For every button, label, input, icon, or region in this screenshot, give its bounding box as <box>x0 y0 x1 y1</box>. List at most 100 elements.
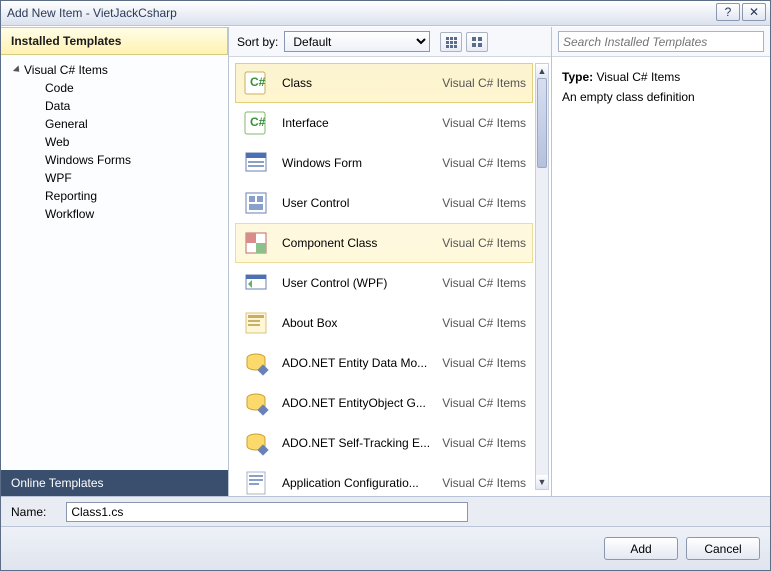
ado-icon <box>242 389 270 417</box>
template-item-category: Visual C# Items <box>442 156 526 170</box>
item-list: C# Class Visual C# Items C# Interface Visual … <box>235 63 533 496</box>
window-buttons: ? ✕ <box>716 3 766 21</box>
template-item-name: About Box <box>282 316 430 330</box>
template-item[interactable]: Component Class Visual C# Items <box>235 223 533 263</box>
aboutbox-icon <box>242 309 270 337</box>
tree-item-code[interactable]: Code <box>45 79 228 97</box>
template-item-name: User Control (WPF) <box>282 276 430 290</box>
sort-select[interactable]: Default <box>284 31 430 52</box>
tree-children: Code Data General Web Windows Forms WPF … <box>1 79 228 223</box>
right-pane: Type: Visual C# Items An empty class def… <box>552 27 770 496</box>
vertical-scrollbar[interactable]: ▲ ▼ <box>535 63 549 490</box>
dialog-window: Add New Item - VietJackCsharp ? ✕ Instal… <box>0 0 771 571</box>
tree-item-data[interactable]: Data <box>45 97 228 115</box>
upper-split: Installed Templates Visual C# Items Code… <box>1 26 770 496</box>
template-item[interactable]: ADO.NET EntityObject G... Visual C# Items <box>235 383 533 423</box>
left-pane: Installed Templates Visual C# Items Code… <box>1 27 229 496</box>
template-item-category: Visual C# Items <box>442 316 526 330</box>
online-templates-header[interactable]: Online Templates <box>1 470 228 496</box>
tree-item-reporting[interactable]: Reporting <box>45 187 228 205</box>
ado-icon <box>242 429 270 457</box>
scroll-track[interactable] <box>536 78 548 475</box>
scroll-down-button[interactable]: ▼ <box>536 475 548 489</box>
template-item-name: ADO.NET Self-Tracking E... <box>282 436 430 450</box>
scroll-up-button[interactable]: ▲ <box>536 64 548 78</box>
cancel-button[interactable]: Cancel <box>686 537 760 560</box>
tree-item-web[interactable]: Web <box>45 133 228 151</box>
view-medium-icons-button[interactable] <box>466 32 488 52</box>
template-item[interactable]: C# Interface Visual C# Items <box>235 103 533 143</box>
config-icon <box>242 469 270 496</box>
name-input[interactable] <box>66 502 468 522</box>
interface-icon: C# <box>242 109 270 137</box>
description-text: An empty class definition <box>562 87 760 107</box>
template-item-category: Visual C# Items <box>442 436 526 450</box>
svg-text:C#: C# <box>250 115 266 129</box>
titlebar: Add New Item - VietJackCsharp ? ✕ <box>1 1 770 26</box>
sort-row: Sort by: Default <box>229 27 551 57</box>
template-item-name: User Control <box>282 196 430 210</box>
template-item-name: Component Class <box>282 236 430 250</box>
small-icons-icon <box>445 36 457 48</box>
type-label: Type: <box>562 70 593 84</box>
item-list-wrap: C# Class Visual C# Items C# Interface Visual … <box>229 57 551 496</box>
component-icon <box>242 229 270 257</box>
search-input[interactable] <box>558 31 764 52</box>
details-panel: Type: Visual C# Items An empty class def… <box>552 57 770 118</box>
view-small-icons-button[interactable] <box>440 32 462 52</box>
class-icon: C# <box>242 69 270 97</box>
sort-label: Sort by: <box>237 35 278 49</box>
scroll-thumb[interactable] <box>537 78 547 168</box>
template-item-category: Visual C# Items <box>442 196 526 210</box>
help-icon: ? <box>725 5 732 19</box>
name-bar: Name: <box>1 496 770 526</box>
template-item[interactable]: About Box Visual C# Items <box>235 303 533 343</box>
template-item-name: Interface <box>282 116 430 130</box>
tree-root-visual-csharp-items[interactable]: Visual C# Items <box>1 61 228 79</box>
template-item[interactable]: C# Class Visual C# Items <box>235 63 533 103</box>
template-item-category: Visual C# Items <box>442 236 526 250</box>
template-item-category: Visual C# Items <box>442 76 526 90</box>
template-item-name: ADO.NET EntityObject G... <box>282 396 430 410</box>
template-item-name: Application Configuratio... <box>282 476 430 490</box>
help-button[interactable]: ? <box>716 3 740 21</box>
usercontrol-icon <box>242 189 270 217</box>
template-item[interactable]: Windows Form Visual C# Items <box>235 143 533 183</box>
template-item[interactable]: Application Configuratio... Visual C# Ite… <box>235 463 533 496</box>
template-item-category: Visual C# Items <box>442 396 526 410</box>
template-item-category: Visual C# Items <box>442 116 526 130</box>
tree-root-label: Visual C# Items <box>24 63 108 77</box>
template-item-category: Visual C# Items <box>442 356 526 370</box>
tree-item-general[interactable]: General <box>45 115 228 133</box>
tree-item-wpf[interactable]: WPF <box>45 169 228 187</box>
template-item-name: ADO.NET Entity Data Mo... <box>282 356 430 370</box>
footer: Add Cancel <box>1 526 770 570</box>
add-button[interactable]: Add <box>604 537 678 560</box>
template-item-name: Windows Form <box>282 156 430 170</box>
template-item[interactable]: User Control Visual C# Items <box>235 183 533 223</box>
installed-templates-header[interactable]: Installed Templates <box>1 27 228 55</box>
template-tree: Visual C# Items Code Data General Web Wi… <box>1 55 228 470</box>
template-item[interactable]: ADO.NET Entity Data Mo... Visual C# Items <box>235 343 533 383</box>
chevron-down-icon <box>13 65 22 74</box>
middle-pane: Sort by: Default C#ClassVisual C# <box>229 27 552 496</box>
medium-icons-icon <box>471 36 483 48</box>
close-icon: ✕ <box>749 5 759 19</box>
search-row <box>552 27 770 57</box>
template-item[interactable]: ADO.NET Self-Tracking E... Visual C# Item… <box>235 423 533 463</box>
tree-item-workflow[interactable]: Workflow <box>45 205 228 223</box>
ado-icon <box>242 349 270 377</box>
window-title: Add New Item - VietJackCsharp <box>7 6 177 20</box>
form-icon <box>242 149 270 177</box>
close-button[interactable]: ✕ <box>742 3 766 21</box>
type-value: Visual C# Items <box>596 70 680 84</box>
usercontrolwpf-icon <box>242 269 270 297</box>
template-item-name: Class <box>282 76 430 90</box>
view-buttons <box>440 32 488 52</box>
template-item[interactable]: User Control (WPF) Visual C# Items <box>235 263 533 303</box>
name-label: Name: <box>11 505 46 519</box>
template-item-category: Visual C# Items <box>442 276 526 290</box>
svg-text:C#: C# <box>250 75 266 89</box>
tree-item-windows-forms[interactable]: Windows Forms <box>45 151 228 169</box>
template-item-category: Visual C# Items <box>442 476 526 490</box>
